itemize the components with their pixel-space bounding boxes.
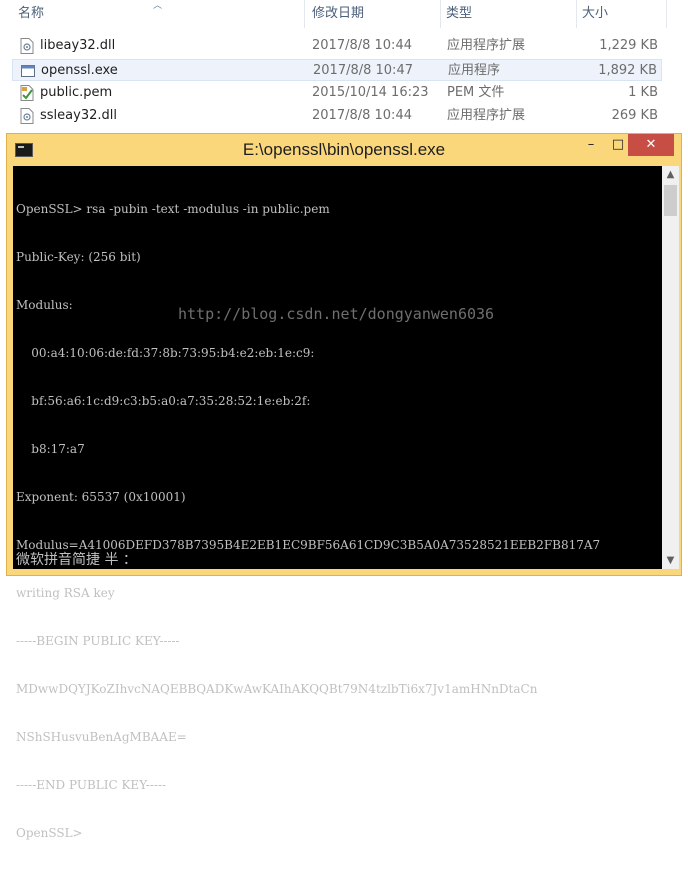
column-header-size[interactable]: 大小 — [576, 0, 666, 28]
file-modified: 2017/8/8 10:44 — [312, 38, 412, 53]
console-line: OpenSSL> rsa -pubin -text -modulus -in p… — [16, 202, 330, 216]
file-name: public.pem — [40, 85, 113, 100]
file-modified: 2015/10/14 16:23 — [312, 85, 429, 100]
vertical-scrollbar[interactable]: ▲ ▼ — [662, 166, 679, 569]
close-button[interactable]: ✕ — [628, 134, 674, 156]
file-row[interactable]: ssleay32.dll 2017/8/8 10:44 应用程序扩展 269 K… — [12, 105, 662, 127]
column-header-name-label: 名称 — [18, 6, 45, 21]
ime-status-text: 微软拼音简捷 半 ： — [16, 552, 137, 568]
file-size: 1,892 KB — [598, 63, 657, 78]
console-line: NShSHusvuBenAgMBAAE= — [16, 730, 187, 744]
exe-file-icon — [21, 65, 35, 77]
dll-file-icon — [20, 108, 34, 124]
scrollbar-thumb[interactable] — [664, 185, 677, 216]
console-line: -----END PUBLIC KEY----- — [16, 778, 167, 792]
minimize-button[interactable]: – — [577, 134, 605, 156]
console-output: OpenSSL> rsa -pubin -text -modulus -in p… — [16, 169, 656, 873]
file-name: libeay32.dll — [40, 38, 116, 53]
file-type: 应用程序扩展 — [447, 108, 526, 123]
file-size: 269 KB — [611, 108, 658, 123]
column-header-size-label: 大小 — [582, 6, 609, 21]
column-divider[interactable] — [666, 0, 667, 28]
file-size: 1,229 KB — [599, 38, 658, 53]
file-row[interactable]: libeay32.dll 2017/8/8 10:44 应用程序扩展 1,229… — [12, 35, 662, 57]
scroll-down-arrow-icon[interactable]: ▼ — [662, 552, 679, 569]
file-size: 1 KB — [628, 85, 658, 100]
column-header-modified[interactable]: 修改日期 — [306, 0, 440, 28]
dll-file-icon — [20, 38, 34, 54]
file-type: 应用程序扩展 — [447, 38, 526, 53]
column-header-type-label: 类型 — [446, 6, 473, 21]
console-line: MDwwDQYJKoZIhvcNAQEBBQADKwAwKAIhAKQQBt79… — [16, 682, 538, 696]
file-row[interactable]: public.pem 2015/10/14 16:23 PEM 文件 1 KB — [12, 82, 662, 104]
console-line: Public-Key: (256 bit) — [16, 250, 141, 264]
console-prompt[interactable]: OpenSSL> — [16, 825, 656, 841]
file-type: 应用程序 — [448, 63, 501, 78]
console-line: writing RSA key — [16, 586, 115, 600]
console-line: b8:17:a7 — [16, 442, 85, 456]
console-line: -----BEGIN PUBLIC KEY----- — [16, 634, 180, 648]
console-line: bf:56:a6:1c:d9:c3:b5:a0:a7:35:28:52:1e:e… — [16, 394, 311, 408]
console-line: Exponent: 65537 (0x10001) — [16, 490, 186, 504]
watermark-text: http://blog.csdn.net/dongyanwen6036 — [178, 305, 495, 323]
file-explorer: 名称 ︿ 修改日期 类型 大小 libeay32.dll 2017/8/8 10… — [0, 0, 688, 130]
column-divider[interactable] — [304, 0, 305, 28]
file-name: ssleay32.dll — [40, 108, 117, 123]
sort-ascending-icon: ︿ — [153, 1, 163, 11]
console-title-bar[interactable]: E:\openssl\bin\openssl.exe – □ ✕ — [7, 134, 681, 166]
column-header-modified-label: 修改日期 — [312, 6, 365, 21]
column-header-row: 名称 ︿ 修改日期 类型 大小 — [0, 0, 688, 28]
console-window: E:\openssl\bin\openssl.exe – □ ✕ OpenSSL… — [6, 133, 682, 840]
file-row-selected[interactable]: openssl.exe 2017/8/8 10:47 应用程序 1,892 KB — [12, 59, 662, 81]
file-modified: 2017/8/8 10:44 — [312, 108, 412, 123]
console-line: 00:a4:10:06:de:fd:37:8b:73:95:b4:e2:eb:1… — [16, 346, 315, 360]
file-modified: 2017/8/8 10:47 — [313, 63, 413, 78]
pem-file-icon — [20, 85, 34, 101]
console-output-area[interactable]: OpenSSL> rsa -pubin -text -modulus -in p… — [13, 166, 679, 840]
scroll-up-arrow-icon[interactable]: ▲ — [662, 166, 679, 183]
column-header-type[interactable]: 类型 — [440, 0, 576, 28]
file-type: PEM 文件 — [447, 85, 505, 100]
file-name: openssl.exe — [41, 63, 118, 78]
